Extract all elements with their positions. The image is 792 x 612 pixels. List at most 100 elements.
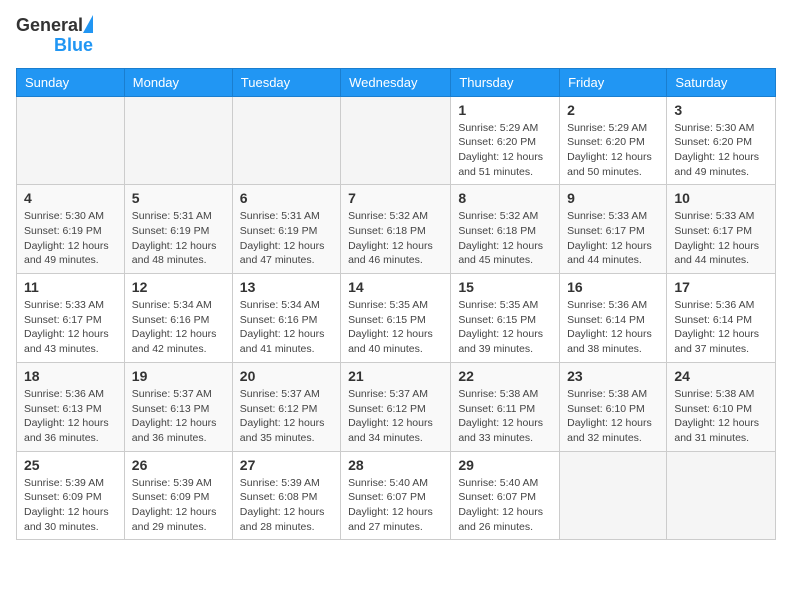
day-info: Sunrise: 5:38 AMSunset: 6:10 PMDaylight:… bbox=[674, 387, 768, 446]
calendar-cell: 22Sunrise: 5:38 AMSunset: 6:11 PMDayligh… bbox=[451, 362, 560, 451]
calendar-cell: 7 Sunrise: 5:32 AMSunset: 6:18 PMDaylight… bbox=[341, 185, 451, 274]
day-number: 10 bbox=[674, 190, 768, 206]
calendar-header-tuesday: Tuesday bbox=[232, 68, 340, 96]
calendar-cell: 18 Sunrise: 5:36 AMSunset: 6:13 PMDayligh… bbox=[17, 362, 125, 451]
calendar-cell: 13Sunrise: 5:34 AMSunset: 6:16 PMDayligh… bbox=[232, 274, 340, 363]
day-number: 3 bbox=[674, 102, 768, 118]
calendar-cell: 3 Sunrise: 5:30 AMSunset: 6:20 PMDaylight… bbox=[667, 96, 776, 185]
calendar-header-saturday: Saturday bbox=[667, 68, 776, 96]
calendar-cell: 17 Sunrise: 5:36 AMSunset: 6:14 PMDayligh… bbox=[667, 274, 776, 363]
day-number: 16 bbox=[567, 279, 659, 295]
calendar-cell: 20 Sunrise: 5:37 AMSunset: 6:12 PMDayligh… bbox=[232, 362, 340, 451]
day-info: Sunrise: 5:34 AMSunset: 6:16 PMDaylight:… bbox=[132, 298, 225, 357]
calendar-week-row: 4Sunrise: 5:30 AMSunset: 6:19 PMDaylight… bbox=[17, 185, 776, 274]
day-number: 8 bbox=[458, 190, 552, 206]
day-number: 6 bbox=[240, 190, 333, 206]
calendar-cell: 1Sunrise: 5:29 AMSunset: 6:20 PMDaylight… bbox=[451, 96, 560, 185]
calendar-cell bbox=[17, 96, 125, 185]
day-number: 14 bbox=[348, 279, 443, 295]
day-number: 26 bbox=[132, 457, 225, 473]
calendar-week-row: 1Sunrise: 5:29 AMSunset: 6:20 PMDaylight… bbox=[17, 96, 776, 185]
day-number: 18 bbox=[24, 368, 117, 384]
day-number: 9 bbox=[567, 190, 659, 206]
calendar-header-wednesday: Wednesday bbox=[341, 68, 451, 96]
calendar-cell: 14 Sunrise: 5:35 AMSunset: 6:15 PMDayligh… bbox=[341, 274, 451, 363]
day-number: 15 bbox=[458, 279, 552, 295]
calendar-cell: 27 Sunrise: 5:39 AMSunset: 6:08 PMDayligh… bbox=[232, 451, 340, 540]
calendar-cell: 26 Sunrise: 5:39 AMSunset: 6:09 PMDayligh… bbox=[124, 451, 232, 540]
day-number: 12 bbox=[132, 279, 225, 295]
calendar-header-sunday: Sunday bbox=[17, 68, 125, 96]
calendar-cell: 4Sunrise: 5:30 AMSunset: 6:19 PMDaylight… bbox=[17, 185, 125, 274]
day-number: 2 bbox=[567, 102, 659, 118]
day-info: Sunrise: 5:30 AMSunset: 6:20 PMDaylight:… bbox=[674, 121, 768, 180]
day-info: Sunrise: 5:37 AMSunset: 6:12 PMDaylight:… bbox=[240, 387, 333, 446]
calendar-header-friday: Friday bbox=[560, 68, 667, 96]
day-info: Sunrise: 5:32 AMSunset: 6:18 PMDaylight:… bbox=[458, 209, 552, 268]
calendar-cell: 28Sunrise: 5:40 AMSunset: 6:07 PMDayligh… bbox=[341, 451, 451, 540]
day-info: Sunrise: 5:29 AMSunset: 6:20 PMDaylight:… bbox=[458, 121, 552, 180]
calendar-week-row: 11 Sunrise: 5:33 AMSunset: 6:17 PMDayligh… bbox=[17, 274, 776, 363]
calendar-cell: 23 Sunrise: 5:38 AMSunset: 6:10 PMDayligh… bbox=[560, 362, 667, 451]
day-number: 24 bbox=[674, 368, 768, 384]
logo-text-general: General bbox=[16, 16, 83, 36]
day-number: 19 bbox=[132, 368, 225, 384]
calendar-cell: 24 Sunrise: 5:38 AMSunset: 6:10 PMDayligh… bbox=[667, 362, 776, 451]
day-info: Sunrise: 5:35 AMSunset: 6:15 PMDaylight:… bbox=[348, 298, 443, 357]
calendar-cell: 16 Sunrise: 5:36 AMSunset: 6:14 PMDayligh… bbox=[560, 274, 667, 363]
day-info: Sunrise: 5:37 AMSunset: 6:13 PMDaylight:… bbox=[132, 387, 225, 446]
day-info: Sunrise: 5:39 AMSunset: 6:08 PMDaylight:… bbox=[240, 476, 333, 535]
day-number: 17 bbox=[674, 279, 768, 295]
day-number: 23 bbox=[567, 368, 659, 384]
day-info: Sunrise: 5:33 AMSunset: 6:17 PMDaylight:… bbox=[24, 298, 117, 357]
logo: General Blue bbox=[16, 16, 93, 56]
calendar-cell bbox=[124, 96, 232, 185]
day-number: 5 bbox=[132, 190, 225, 206]
day-info: Sunrise: 5:37 AMSunset: 6:12 PMDaylight:… bbox=[348, 387, 443, 446]
day-info: Sunrise: 5:40 AMSunset: 6:07 PMDaylight:… bbox=[458, 476, 552, 535]
calendar-cell: 10 Sunrise: 5:33 AMSunset: 6:17 PMDayligh… bbox=[667, 185, 776, 274]
calendar-cell: 2 Sunrise: 5:29 AMSunset: 6:20 PMDaylight… bbox=[560, 96, 667, 185]
day-info: Sunrise: 5:36 AMSunset: 6:14 PMDaylight:… bbox=[567, 298, 659, 357]
day-info: Sunrise: 5:34 AMSunset: 6:16 PMDaylight:… bbox=[240, 298, 333, 357]
calendar-cell: 9 Sunrise: 5:33 AMSunset: 6:17 PMDaylight… bbox=[560, 185, 667, 274]
day-info: Sunrise: 5:36 AMSunset: 6:13 PMDaylight:… bbox=[24, 387, 117, 446]
calendar-header-thursday: Thursday bbox=[451, 68, 560, 96]
page-header: General Blue bbox=[16, 16, 776, 56]
day-number: 20 bbox=[240, 368, 333, 384]
calendar-table: SundayMondayTuesdayWednesdayThursdayFrid… bbox=[16, 68, 776, 541]
day-number: 29 bbox=[458, 457, 552, 473]
day-info: Sunrise: 5:36 AMSunset: 6:14 PMDaylight:… bbox=[674, 298, 768, 357]
day-info: Sunrise: 5:33 AMSunset: 6:17 PMDaylight:… bbox=[567, 209, 659, 268]
calendar-cell: 6 Sunrise: 5:31 AMSunset: 6:19 PMDaylight… bbox=[232, 185, 340, 274]
calendar-cell bbox=[232, 96, 340, 185]
calendar-week-row: 18 Sunrise: 5:36 AMSunset: 6:13 PMDayligh… bbox=[17, 362, 776, 451]
calendar-cell: 19 Sunrise: 5:37 AMSunset: 6:13 PMDayligh… bbox=[124, 362, 232, 451]
calendar-cell: 11 Sunrise: 5:33 AMSunset: 6:17 PMDayligh… bbox=[17, 274, 125, 363]
day-number: 4 bbox=[24, 190, 117, 206]
calendar-cell: 21Sunrise: 5:37 AMSunset: 6:12 PMDayligh… bbox=[341, 362, 451, 451]
calendar-cell: 5 Sunrise: 5:31 AMSunset: 6:19 PMDaylight… bbox=[124, 185, 232, 274]
day-info: Sunrise: 5:38 AMSunset: 6:11 PMDaylight:… bbox=[458, 387, 552, 446]
day-number: 11 bbox=[24, 279, 117, 295]
day-info: Sunrise: 5:33 AMSunset: 6:17 PMDaylight:… bbox=[674, 209, 768, 268]
day-info: Sunrise: 5:32 AMSunset: 6:18 PMDaylight:… bbox=[348, 209, 443, 268]
calendar-header-row: SundayMondayTuesdayWednesdayThursdayFrid… bbox=[17, 68, 776, 96]
calendar-cell: 29 Sunrise: 5:40 AMSunset: 6:07 PMDayligh… bbox=[451, 451, 560, 540]
calendar-cell: 25Sunrise: 5:39 AMSunset: 6:09 PMDayligh… bbox=[17, 451, 125, 540]
calendar-cell bbox=[341, 96, 451, 185]
day-info: Sunrise: 5:29 AMSunset: 6:20 PMDaylight:… bbox=[567, 121, 659, 180]
day-info: Sunrise: 5:35 AMSunset: 6:15 PMDaylight:… bbox=[458, 298, 552, 357]
calendar-cell bbox=[560, 451, 667, 540]
calendar-cell: 15 Sunrise: 5:35 AMSunset: 6:15 PMDayligh… bbox=[451, 274, 560, 363]
day-number: 27 bbox=[240, 457, 333, 473]
day-info: Sunrise: 5:31 AMSunset: 6:19 PMDaylight:… bbox=[240, 209, 333, 268]
day-info: Sunrise: 5:38 AMSunset: 6:10 PMDaylight:… bbox=[567, 387, 659, 446]
day-info: Sunrise: 5:39 AMSunset: 6:09 PMDaylight:… bbox=[132, 476, 225, 535]
day-info: Sunrise: 5:40 AMSunset: 6:07 PMDaylight:… bbox=[348, 476, 443, 535]
logo-triangle-icon bbox=[83, 15, 93, 33]
day-number: 7 bbox=[348, 190, 443, 206]
day-info: Sunrise: 5:31 AMSunset: 6:19 PMDaylight:… bbox=[132, 209, 225, 268]
logo-text-blue: Blue bbox=[54, 36, 93, 56]
calendar-header-monday: Monday bbox=[124, 68, 232, 96]
